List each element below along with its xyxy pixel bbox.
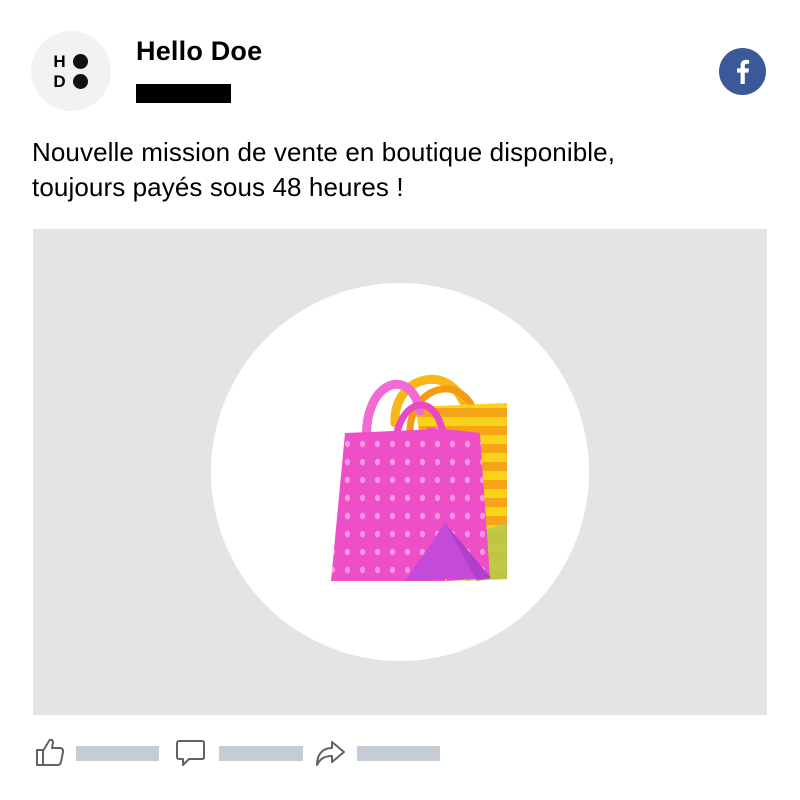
share-icon [316, 741, 345, 766]
post-text-line: toujours payés sous 48 heures ! [32, 172, 404, 202]
hello-doe-logo: H D [51, 51, 91, 91]
like-count-placeholder [76, 746, 159, 761]
like-button[interactable] [34, 736, 66, 768]
logo-letter-h: H [53, 52, 66, 71]
logo-dot-bottom [73, 74, 88, 89]
facebook-icon[interactable] [719, 48, 766, 95]
comment-count-placeholder [219, 746, 303, 761]
facebook-f-glyph [737, 59, 750, 84]
logo-letter-d: D [53, 72, 66, 91]
redacted-subtitle [136, 84, 231, 103]
share-count-placeholder [357, 746, 440, 761]
logo-dot-top [73, 54, 88, 69]
shopping-bags-icon [331, 374, 507, 581]
avatar[interactable]: H D [31, 31, 111, 111]
share-button[interactable] [314, 736, 346, 768]
author-name[interactable]: Hello Doe [136, 36, 262, 66]
post-image[interactable] [33, 229, 767, 715]
comment-icon [176, 740, 205, 766]
post-text-line: Nouvelle mission de vente en boutique di… [32, 137, 616, 167]
comment-button[interactable] [175, 736, 207, 768]
post-text: Nouvelle mission de vente en boutique di… [32, 135, 772, 205]
like-icon [36, 738, 65, 766]
